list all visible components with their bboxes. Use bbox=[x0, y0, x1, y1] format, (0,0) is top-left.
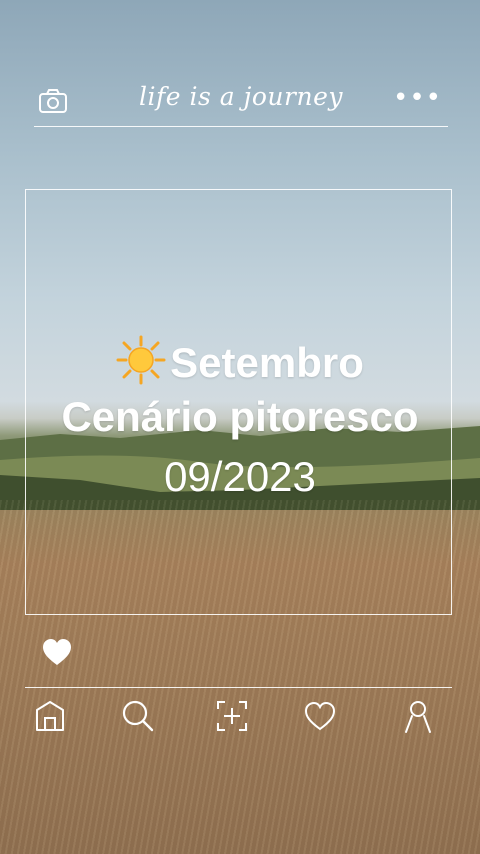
sun-icon bbox=[116, 335, 166, 385]
story-screen: life is a journey ••• Setembro Cenário p… bbox=[0, 0, 480, 854]
profile-icon[interactable] bbox=[400, 698, 436, 734]
brand-title: life is a journey bbox=[139, 82, 343, 111]
home-icon[interactable] bbox=[32, 698, 68, 734]
top-bar: life is a journey ••• bbox=[34, 80, 448, 127]
bottom-nav bbox=[0, 694, 480, 744]
post-subtitle: Cenário pitoresco bbox=[61, 393, 419, 440]
heart-icon[interactable] bbox=[302, 698, 338, 734]
post-date: 09/2023 bbox=[164, 453, 316, 500]
search-icon[interactable] bbox=[120, 698, 156, 734]
post-title-line: Setembro bbox=[0, 335, 480, 387]
like-icon[interactable] bbox=[40, 635, 74, 669]
nav-divider bbox=[25, 687, 452, 688]
add-post-icon[interactable] bbox=[214, 698, 250, 734]
post-title-text: Setembro bbox=[170, 339, 364, 386]
more-options-icon[interactable]: ••• bbox=[393, 85, 442, 111]
